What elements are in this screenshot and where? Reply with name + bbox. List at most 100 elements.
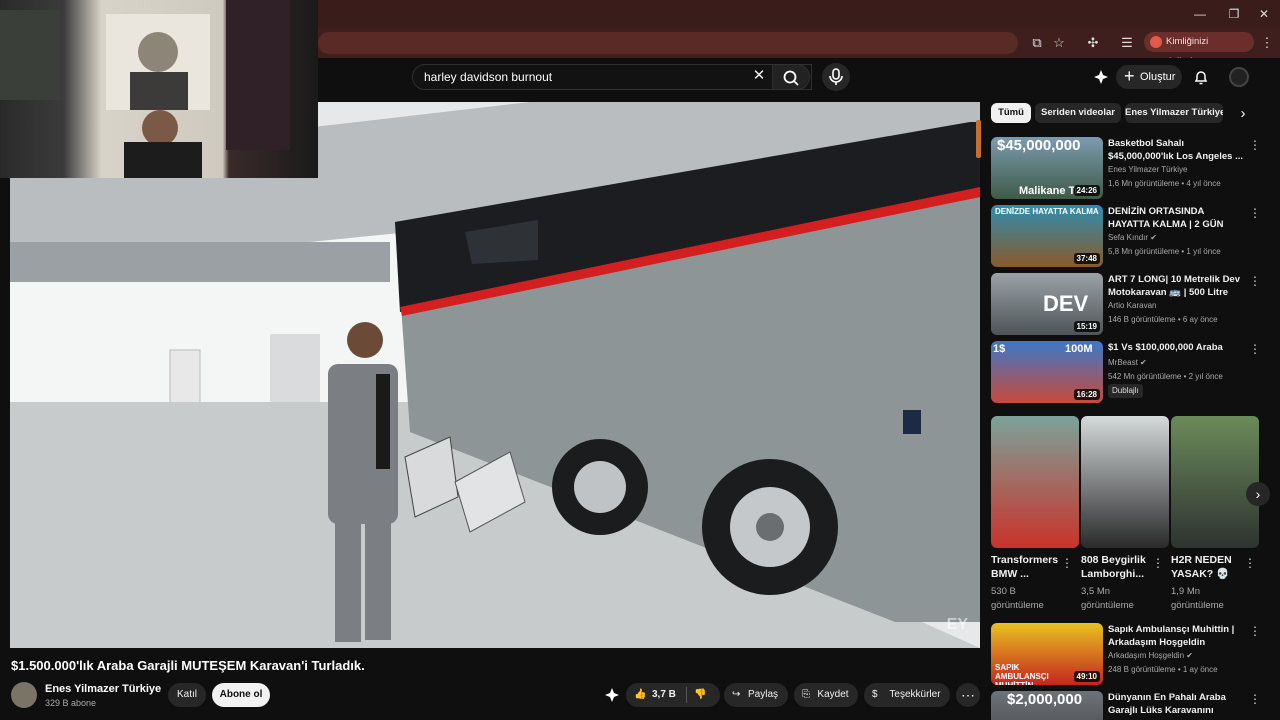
share-label: Paylaş (747, 689, 778, 700)
verified-icon: ✔ (1150, 233, 1157, 242)
short-views: 3,5 Mn görüntüleme (1081, 586, 1134, 611)
video-thumbnail[interactable]: DENİZDE HAYATTA KALMA 37:48 (991, 205, 1103, 267)
recommendation-meta: 248 B görüntüleme • 1 ay önce (1108, 665, 1218, 674)
thumbnail-text: 100M (1065, 343, 1093, 355)
scroll-indicator[interactable] (976, 120, 981, 158)
restore-icon[interactable]: ❐ (1226, 7, 1242, 21)
more-options-icon[interactable]: ⋮ (1249, 205, 1261, 221)
more-options-icon[interactable]: ⋮ (1244, 556, 1256, 570)
save-label: Kaydet (817, 689, 849, 700)
recommendation-channel[interactable]: Arkadaşım Hoşgeldin ✔ (1108, 651, 1193, 660)
more-options-icon[interactable]: ⋮ (1061, 556, 1073, 570)
voice-search-button[interactable] (822, 63, 850, 91)
recommendation-title[interactable]: ART 7 LONG| 10 Metrelik Dev Motokaravan … (1108, 273, 1248, 299)
video-thumbnail[interactable]: DEV 15:19 (991, 273, 1103, 335)
more-options-icon[interactable]: ⋮ (1249, 691, 1261, 707)
sparkle-icon[interactable] (1092, 68, 1110, 86)
video-thumbnail[interactable]: $2,000,000 (991, 691, 1103, 720)
recommendation-channel[interactable]: Enes Yilmazer Türkiye (1108, 165, 1187, 174)
search-button[interactable] (772, 64, 810, 90)
chip-all[interactable]: Tümü (991, 103, 1031, 123)
recommendation-meta: 5,8 Mn görüntüleme • 1 yıl önce (1108, 247, 1221, 256)
recommendation-title[interactable]: DENİZİN ORTASINDA HAYATTA KALMA | 2 GÜN (1108, 205, 1248, 231)
recommendation-channel[interactable]: MrBeast ✔ (1108, 358, 1147, 367)
thumbnail-text: SAPIK AMBULANSÇI MUHİTTİN (995, 663, 1049, 685)
thumbnail-caption: Malikane Tu (1019, 185, 1082, 197)
browser-menu-icon[interactable]: ⋮ (1258, 34, 1276, 52)
clear-search-icon[interactable]: ✕ (752, 68, 766, 84)
more-options-icon[interactable]: ⋮ (1249, 341, 1261, 357)
short-title[interactable]: 808 Beygirlik Lamborghi... (1081, 553, 1153, 581)
more-options-icon[interactable]: ⋮ (1249, 273, 1261, 289)
minimize-icon[interactable]: — (1192, 7, 1208, 21)
notifications-bell-icon[interactable] (1192, 68, 1210, 86)
thumbnail-dollar-text: 1$ (993, 343, 1006, 355)
more-actions-icon[interactable]: ⋯ (956, 683, 980, 707)
subscribe-button[interactable]: Abone ol (212, 683, 270, 707)
short-thumbnail[interactable] (991, 416, 1079, 548)
recommendation-item[interactable]: DENİZDE HAYATTA KALMA 37:48 DENİZİN ORTA… (991, 205, 1271, 269)
channel-name[interactable]: Enes Yilmazer Türkiye (45, 683, 161, 695)
more-options-icon[interactable]: ⋮ (1249, 623, 1261, 639)
chip-channel[interactable]: Enes Yilmazer Türkiye (1125, 103, 1223, 123)
chip-series[interactable]: Seriden videolar (1035, 103, 1121, 123)
save-button[interactable]: ⎘ Kaydet (794, 683, 858, 707)
bookmark-star-icon[interactable]: ☆ (1050, 34, 1068, 52)
recommendation-item[interactable]: 1$ 100M 16:28 $1 Vs $100,000,000 Araba M… (991, 341, 1271, 405)
save-icon: ⎘ (802, 689, 810, 700)
reading-list-icon[interactable]: ☰ (1118, 34, 1136, 52)
short-title[interactable]: H2R NEDEN YASAK? 💀 (1171, 553, 1243, 581)
shorts-next-icon[interactable]: › (1246, 482, 1270, 506)
recommendation-item[interactable]: DEV 15:19 ART 7 LONG| 10 Metrelik Dev Mo… (991, 273, 1271, 337)
video-frame (10, 102, 980, 648)
identity-verify-button[interactable]: Kimliğinizi doğrulayın (1144, 32, 1254, 67)
chips-next-icon[interactable]: › (1236, 105, 1250, 122)
share-button[interactable]: ↪ Paylaş (724, 683, 788, 707)
like-divider (686, 687, 687, 703)
thanks-button[interactable]: $ Teşekkürler (864, 683, 950, 707)
ask-ai-icon[interactable] (604, 687, 620, 703)
thumbnail-text: $45,000,000 (997, 137, 1081, 154)
recommendation-channel[interactable]: Sefa Kındır ✔ (1108, 233, 1157, 242)
create-button[interactable]: Oluştur (1116, 64, 1182, 89)
video-thumbnail[interactable]: 1$ 100M 16:28 (991, 341, 1103, 403)
address-bar[interactable] (318, 32, 1018, 54)
account-avatar[interactable] (1229, 67, 1249, 87)
like-count[interactable]: 3,7 B (652, 683, 676, 707)
short-title[interactable]: Transformers BMW ... (991, 553, 1063, 581)
short-thumbnail[interactable] (1081, 416, 1169, 548)
recommendation-title[interactable]: Basketbol Sahalı $45,000,000'lık Los Ang… (1108, 137, 1248, 163)
thumbnail-text: DEV (1043, 291, 1089, 316)
short-views: 530 B görüntüleme (991, 586, 1044, 611)
recommendation-channel[interactable]: Artio Karavan (1108, 301, 1156, 310)
close-window-icon[interactable]: ✕ (1256, 7, 1272, 21)
install-app-icon[interactable]: ⧉ (1028, 34, 1046, 52)
duration-badge: 16:28 (1073, 389, 1100, 400)
verified-icon: ✔ (1140, 358, 1147, 367)
recommendation-item[interactable]: $45,000,000 Malikane Tu 24:26 Basketbol … (991, 137, 1271, 201)
recommendation-title[interactable]: Sapık Ambulansçı Muhittin | Arkadaşım Ho… (1108, 623, 1248, 649)
video-thumbnail[interactable]: SAPIK AMBULANSÇI MUHİTTİN 49:10 (991, 623, 1103, 685)
thanks-icon: $ (872, 689, 878, 700)
webcam-overlay (0, 0, 318, 178)
subscriber-count: 329 B abone (45, 698, 97, 708)
recommendation-meta: 146 B görüntüleme • 6 ay önce (1108, 315, 1218, 324)
search-icon (783, 70, 799, 86)
microphone-icon (829, 68, 843, 85)
thumbnail-text: DENİZDE HAYATTA KALMA (995, 207, 1099, 216)
short-thumbnail[interactable] (1171, 416, 1259, 548)
video-player[interactable]: EY (10, 102, 980, 648)
video-thumbnail[interactable]: $45,000,000 Malikane Tu 24:26 (991, 137, 1103, 199)
short-views: 1,9 Mn görüntüleme (1171, 586, 1224, 611)
recommendation-meta: 1,6 Mn görüntüleme • 4 yıl önce (1108, 179, 1221, 188)
recommendation-item[interactable]: $2,000,000 Dünyanın En Pahalı Araba Gara… (991, 691, 1271, 720)
more-options-icon[interactable]: ⋮ (1152, 556, 1164, 570)
channel-avatar[interactable] (11, 682, 37, 708)
recommendation-item[interactable]: SAPIK AMBULANSÇI MUHİTTİN 49:10 Sapık Am… (991, 623, 1271, 687)
dislike-icon[interactable]: 👎 (694, 683, 706, 707)
join-button[interactable]: Katıl (168, 683, 206, 707)
like-icon[interactable]: 👍 (634, 683, 646, 707)
extensions-icon[interactable]: ✣ (1084, 34, 1102, 52)
more-options-icon[interactable]: ⋮ (1249, 137, 1261, 153)
recommendation-title[interactable]: Dünyanın En Pahalı Araba Garajlı Lüks Ka… (1108, 691, 1248, 717)
